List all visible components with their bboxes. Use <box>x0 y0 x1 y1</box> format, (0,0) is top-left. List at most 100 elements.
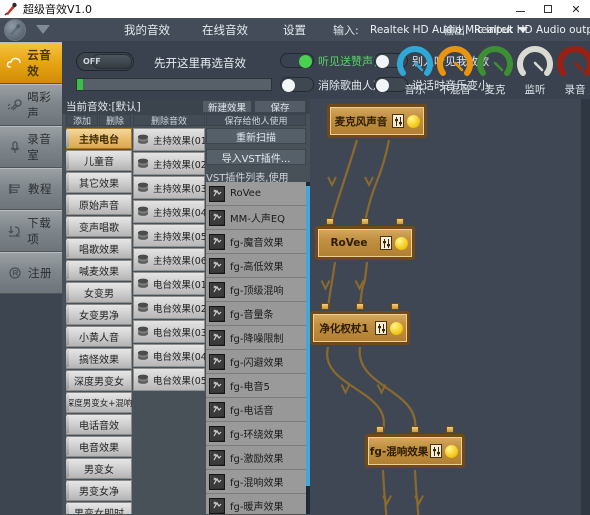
node-input-port[interactable] <box>321 303 329 310</box>
sidebar-item-2[interactable]: 喝彩声 <box>0 84 62 126</box>
effect-item[interactable]: 电台效果(03) <box>133 320 205 343</box>
category-item[interactable]: 男变女净 <box>66 480 132 501</box>
minimize-button[interactable] <box>506 0 534 18</box>
vst-plugin-item[interactable]: fg-环绕效果 <box>206 422 306 446</box>
category-item[interactable]: 深度男变女+混响 <box>66 392 132 413</box>
node-input-port[interactable] <box>446 426 454 433</box>
category-item[interactable]: 深度男变女 <box>66 370 132 391</box>
knob-4[interactable] <box>517 45 553 81</box>
category-item-label: 主持电台 <box>79 135 119 146</box>
category-item[interactable]: 女变男 <box>66 282 132 303</box>
slider-icon[interactable] <box>375 321 387 335</box>
knob-1[interactable] <box>397 45 433 81</box>
node-input-port[interactable] <box>391 303 399 310</box>
graph-node[interactable]: fg-混响效果 <box>365 434 465 468</box>
effect-item[interactable]: 电台效果(01) <box>133 272 205 295</box>
column-header-add[interactable]: 添加 <box>66 114 98 127</box>
slider-icon[interactable] <box>380 236 392 250</box>
vst-plugin-item[interactable]: fg-音量条 <box>206 302 306 326</box>
output-device-select[interactable]: Realtek HD Audio output <box>474 24 590 36</box>
vst-plugin-item[interactable]: RoVee <box>206 182 306 206</box>
switch-hear-gift-sound[interactable] <box>280 53 314 68</box>
effect-item[interactable]: 主持效果(02) <box>133 152 205 175</box>
category-item[interactable]: 男变女即时 <box>66 502 132 514</box>
new-effect-button[interactable]: 新建效果 <box>202 100 252 114</box>
vst-plugin-item[interactable]: fg-激励效果 <box>206 446 306 470</box>
vst-plugin-item[interactable]: fg-电话音 <box>206 398 306 422</box>
vst-plugin-item[interactable]: fg-暖声效果 <box>206 494 306 514</box>
effect-item[interactable]: 主持效果(05) <box>133 224 205 247</box>
knob-5[interactable] <box>557 45 590 81</box>
category-item[interactable]: 搞怪效果 <box>66 348 132 369</box>
chevron-down-icon[interactable] <box>36 25 50 34</box>
sidebar-item-3[interactable]: 录音室 <box>0 126 62 168</box>
knob-3[interactable] <box>477 45 513 81</box>
menu-item-settings[interactable]: 设置 <box>277 22 312 38</box>
knob-2[interactable] <box>437 45 473 81</box>
category-item[interactable]: 女变男净 <box>66 304 132 325</box>
power-toggle[interactable]: OFF <box>76 52 134 71</box>
vst-plugin-item[interactable]: fg-降噪限制 <box>206 326 306 350</box>
node-input-port[interactable] <box>376 426 384 433</box>
category-item[interactable]: 电音效果 <box>66 436 132 457</box>
column-header-delete[interactable]: 删除 <box>99 114 131 127</box>
sidebar: 云音效 喝彩声 录音室 教程 下载项 注册 <box>0 42 62 515</box>
category-item[interactable]: 唱歌效果 <box>66 238 132 259</box>
vst-plugin-item[interactable]: fg-电音5 <box>206 374 306 398</box>
node-input-port[interactable] <box>356 303 364 310</box>
graph-node[interactable]: RoVee <box>315 226 415 260</box>
slider-icon[interactable] <box>430 444 442 458</box>
sidebar-item-6[interactable]: 注册 <box>0 252 62 294</box>
effect-item[interactable]: 主持效果(03) <box>133 176 205 199</box>
graph-node[interactable]: 麦克风声音 <box>327 104 427 138</box>
column-header-delete-effect[interactable]: 删除音效 <box>133 114 205 127</box>
sidebar-item-5[interactable]: 下载项 <box>0 210 62 252</box>
category-item-label: 深度男变女 <box>74 377 124 388</box>
close-button[interactable]: ✕ <box>562 0 590 18</box>
import-vst-button[interactable]: 导入VST插件... <box>206 149 306 165</box>
stack-icon <box>137 254 150 265</box>
category-item[interactable]: 主持电台 <box>66 128 132 149</box>
node-input-port[interactable] <box>361 218 369 225</box>
menu-item-my-effects[interactable]: 我的音效 <box>118 22 176 38</box>
save-button[interactable]: 保存 <box>254 100 306 114</box>
graph-scrollbar[interactable] <box>581 99 590 515</box>
category-item[interactable]: 原始声音 <box>66 194 132 215</box>
share-effect-button[interactable]: 保存给他人使用 <box>206 114 306 127</box>
vst-plugin-item[interactable]: MM-人声EQ <box>206 206 306 230</box>
category-item-label: 女变男 <box>84 289 114 300</box>
app-logo-icon[interactable] <box>4 18 26 41</box>
vst-plugin-item[interactable]: fg-魔音效果 <box>206 230 306 254</box>
plugin-icon <box>209 353 225 370</box>
category-item[interactable]: 电话音效 <box>66 414 132 435</box>
vst-plugin-item[interactable]: fg-混响效果 <box>206 470 306 494</box>
maximize-button[interactable] <box>534 0 562 18</box>
category-item[interactable]: 小黄人音 <box>66 326 132 347</box>
vst-plugin-item[interactable]: fg-闪避效果 <box>206 350 306 374</box>
category-item[interactable]: 男变女 <box>66 458 132 479</box>
category-item[interactable]: 其它效果 <box>66 172 132 193</box>
menu-item-online-effects[interactable]: 在线音效 <box>196 22 254 38</box>
category-item[interactable]: 儿童音 <box>66 150 132 171</box>
vst-plugin-item[interactable]: fg-顶级混响 <box>206 278 306 302</box>
category-item[interactable]: 喊麦效果 <box>66 260 132 281</box>
effect-item[interactable]: 主持效果(04) <box>133 200 205 223</box>
effect-item[interactable]: 主持效果(06) <box>133 248 205 271</box>
switch-remove-vocals[interactable] <box>280 77 314 92</box>
effect-item[interactable]: 主持效果(01) <box>133 128 205 151</box>
slider-icon[interactable] <box>392 114 404 128</box>
graph-node[interactable]: 净化权杖1 <box>310 311 410 345</box>
rescan-button[interactable]: 重新扫描 <box>206 128 306 144</box>
category-item[interactable]: 变声唱歌 <box>66 216 132 237</box>
node-input-port[interactable] <box>396 218 404 225</box>
effect-item[interactable]: 电台效果(05) <box>133 368 205 391</box>
window-buttons: ✕ <box>506 0 590 18</box>
vst-plugin-item[interactable]: fg-高低效果 <box>206 254 306 278</box>
node-input-port[interactable] <box>326 218 334 225</box>
knob-label-4: 监听 <box>524 84 546 96</box>
sidebar-item-4[interactable]: 教程 <box>0 168 62 210</box>
effect-item[interactable]: 电台效果(02) <box>133 296 205 319</box>
node-input-port[interactable] <box>411 426 419 433</box>
effect-item[interactable]: 电台效果(04) <box>133 344 205 367</box>
sidebar-item-1[interactable]: 云音效 <box>0 42 62 84</box>
